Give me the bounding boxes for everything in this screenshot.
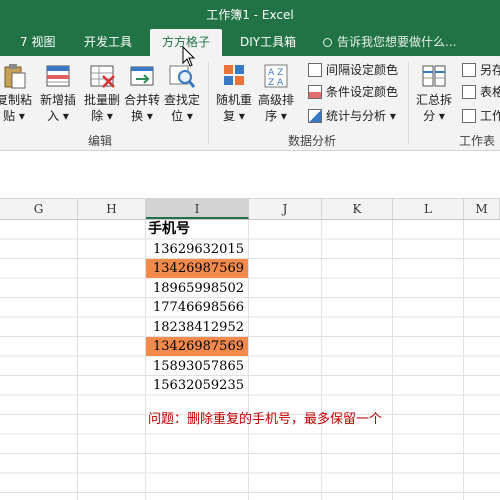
- merge-convert-button[interactable]: 合并转 换 ▾: [120, 62, 164, 124]
- phone-cell-duplicate[interactable]: 13426987569: [146, 337, 248, 356]
- condition-color-label: 条件设定颜色: [326, 85, 399, 99]
- svg-text:Z: Z: [268, 78, 274, 88]
- advanced-sort-label-2: 序 ▾: [265, 109, 287, 123]
- title-bar: 工作簿1 - Excel: [0, 0, 500, 29]
- merge-convert-label-1: 合并转: [123, 93, 160, 107]
- tab-view[interactable]: 7 视图: [20, 29, 55, 56]
- worksheet-label: 工作: [480, 109, 500, 123]
- column-header-h[interactable]: H: [78, 199, 146, 219]
- mouse-cursor-icon: [182, 46, 196, 67]
- group-separator: [208, 62, 209, 144]
- random-repeat-label-1: 随机重: [215, 93, 252, 107]
- summary-split-button[interactable]: 汇总拆 分 ▾: [412, 62, 456, 124]
- column-headers: G H I J K L M: [0, 199, 500, 220]
- formula-bar-area[interactable]: [0, 151, 500, 199]
- worksheet-button[interactable]: 工作: [462, 106, 500, 126]
- find-locate-label-2: 位 ▾: [171, 109, 193, 123]
- copy-paste-button[interactable]: 复制粘 贴 ▾: [0, 62, 36, 124]
- random-repeat-button[interactable]: 随机重 复 ▾: [212, 62, 256, 124]
- phone-cell[interactable]: 15893057865: [146, 357, 248, 376]
- batch-delete-button[interactable]: 批量删 除 ▾: [80, 62, 124, 124]
- tell-me-text: 告诉我您想要做什么...: [337, 35, 457, 49]
- insert-rows-icon: [44, 62, 72, 90]
- advanced-sort-label-1: 高级排: [257, 93, 294, 107]
- group-separator: [408, 62, 409, 144]
- statistics-icon: [308, 109, 322, 123]
- svg-text:Z: Z: [277, 68, 283, 78]
- tell-me-search[interactable]: 告诉我您想要做什么...: [323, 29, 456, 56]
- save-icon: [462, 63, 476, 77]
- condition-color-icon: [308, 85, 322, 99]
- find-locate-label-1: 查找定: [163, 93, 200, 107]
- clipboard-icon: [0, 62, 28, 90]
- ribbon-panel: 复制粘 贴 ▾ 新增插 入 ▾ 批量删 除 ▾ 合并转 换 ▾ 查找定 位 ▾ …: [0, 56, 500, 151]
- copy-paste-label-1: 复制粘: [0, 93, 32, 107]
- phone-cell[interactable]: 17746698566: [146, 298, 248, 317]
- interval-color-button[interactable]: 间隔设定颜色: [308, 60, 398, 80]
- interval-color-label: 间隔设定颜色: [326, 63, 399, 77]
- phone-cell[interactable]: 18238412952: [146, 318, 248, 337]
- phone-cell[interactable]: 13629632015: [146, 240, 248, 259]
- batch-delete-label-1: 批量删: [83, 93, 120, 107]
- column-header-j[interactable]: J: [249, 199, 322, 219]
- column-header-i[interactable]: I: [146, 199, 249, 219]
- summary-split-label-2: 分 ▾: [423, 109, 445, 123]
- phone-cell-duplicate[interactable]: 13426987569: [146, 259, 248, 278]
- random-grid-icon: [220, 62, 248, 90]
- lightbulb-icon: [323, 38, 332, 47]
- summary-split-label-1: 汇总拆: [415, 93, 452, 107]
- worksheet-icon: [462, 109, 476, 123]
- table-icon: [462, 85, 476, 99]
- copy-paste-label-2: 贴 ▾: [3, 109, 25, 123]
- column-header-m[interactable]: M: [464, 199, 500, 219]
- phone-cell[interactable]: 18965998502: [146, 279, 248, 298]
- excel-window: 工作簿1 - Excel 7 视图 开发工具 方方格子 DIY工具箱 告诉我您想…: [0, 0, 500, 500]
- delete-grid-icon: [88, 62, 116, 90]
- window-title: 工作簿1 - Excel: [206, 8, 294, 22]
- tab-diy-toolbox[interactable]: DIY工具箱: [240, 29, 296, 56]
- table-button[interactable]: 表格: [462, 82, 500, 102]
- sort-az-icon: AZZA: [262, 62, 290, 90]
- column-header-l[interactable]: L: [393, 199, 464, 219]
- insert-label-1: 新增插: [39, 93, 76, 107]
- svg-text:A: A: [268, 68, 275, 78]
- condition-color-button[interactable]: 条件设定颜色: [308, 82, 398, 102]
- phone-cell[interactable]: 15632059235: [146, 376, 248, 395]
- insert-label-2: 入 ▾: [47, 109, 69, 123]
- column-header-g[interactable]: G: [0, 199, 78, 219]
- cell-i-header[interactable]: 手机号: [146, 220, 248, 239]
- group-label-analysis: 数据分析: [287, 134, 336, 148]
- insert-button[interactable]: 新增插 入 ▾: [36, 62, 80, 124]
- advanced-sort-button[interactable]: AZZA 高级排 序 ▾: [254, 62, 298, 124]
- tab-developer[interactable]: 开发工具: [84, 29, 132, 56]
- column-header-k[interactable]: K: [322, 199, 393, 219]
- svg-text:A: A: [277, 78, 284, 88]
- random-repeat-label-2: 复 ▾: [223, 109, 245, 123]
- save-as-label: 另存: [480, 63, 500, 77]
- merge-convert-icon: [128, 62, 156, 90]
- group-label-worksheet: 工作表: [458, 134, 495, 148]
- statistics-analysis-button[interactable]: 统计与分析 ▾: [308, 106, 396, 126]
- save-as-button[interactable]: 另存: [462, 60, 500, 80]
- worksheet-grid[interactable]: 手机号 13629632015 13426987569 18965998502 …: [0, 220, 500, 500]
- batch-delete-label-2: 除 ▾: [91, 109, 113, 123]
- find-locate-button[interactable]: 查找定 位 ▾: [160, 62, 204, 124]
- statistics-label: 统计与分析 ▾: [326, 109, 396, 123]
- problem-note: 问题：删除重复的手机号，最多保留一个: [148, 412, 383, 427]
- interval-color-icon: [308, 63, 322, 77]
- summary-split-icon: [420, 62, 448, 90]
- group-label-edit: 编辑: [87, 134, 112, 148]
- table-label: 表格: [480, 85, 500, 99]
- merge-convert-label-2: 换 ▾: [131, 109, 153, 123]
- ribbon-tabs: 7 视图 开发工具 方方格子 DIY工具箱 告诉我您想要做什么...: [0, 29, 500, 56]
